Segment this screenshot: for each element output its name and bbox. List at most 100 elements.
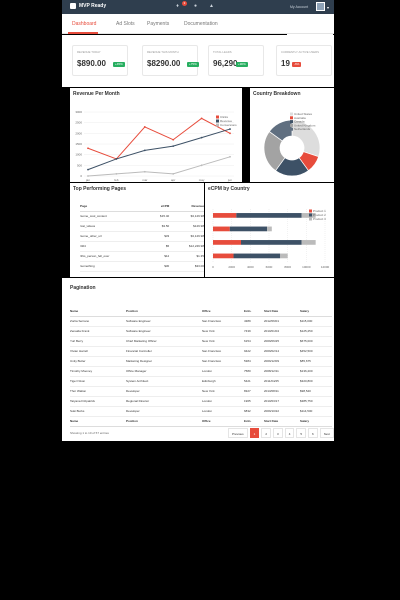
table-row[interactable]: Timothy Mooney Office Manager London 7580 20… (70, 366, 332, 377)
table-row[interactable]: /some_cool_content $15.40 $3,129.98 (80, 211, 204, 222)
table-cell: /404 (80, 241, 148, 252)
stat-value: 19 (281, 59, 290, 68)
revenue-chart-panel: Revenue Per Month 0 500 1000 1500 2000 2500 30… (70, 88, 242, 182)
stat-change-badge: +75% (187, 62, 199, 67)
table-cell: Thor Walton (70, 386, 126, 397)
column-header[interactable]: Start Date (264, 306, 300, 317)
table-row[interactable]: Tatyana Fitzpatrick Regional Director Lond… (70, 396, 332, 407)
table-cell: Developer (126, 406, 202, 417)
tab-documentation[interactable]: Documentation (184, 21, 218, 27)
table-row[interactable]: /cat_videos $3.50 $129.98 (80, 221, 204, 232)
table-cell: $1.35 (169, 251, 204, 262)
y-tick-label: 0 (80, 174, 82, 178)
table-cell: 2012/06/01 (264, 316, 300, 327)
table-row[interactable]: Zorita Serrano Software Engineer San Franc… (70, 316, 332, 327)
bar-segment (267, 226, 272, 232)
column-header[interactable]: Extn. (244, 306, 264, 317)
x-tick-label: jan (85, 178, 90, 182)
notification-badge: 3 (182, 1, 187, 6)
x-tick-label: 0 (212, 265, 214, 269)
table-cell: 5384 (244, 356, 264, 367)
table-cell: Suki Burks (70, 406, 126, 417)
tab-dashboard[interactable]: Dashboard (72, 21, 96, 27)
table-row[interactable]: Thor Walton Developer New York 8327 2013/08/… (70, 386, 332, 397)
table-cell: 2010/03/17 (264, 396, 300, 407)
x-tick-label: apr (171, 178, 175, 182)
legend-swatch (290, 127, 293, 131)
pager-page[interactable]: 4 (284, 428, 295, 438)
bar-segment (233, 253, 281, 259)
table-cell: Yuri Berry (70, 336, 126, 347)
table-cell: $129.98 (169, 221, 204, 232)
column-header[interactable]: Revenue (169, 201, 204, 212)
table-row[interactable]: /something $30 $33.00 (80, 261, 204, 272)
table-cell: /this_person_fell_over (80, 251, 148, 262)
data-point (200, 117, 203, 120)
top-pages-table: Page eCPM Revenue /some_cool_content $15.… (80, 201, 204, 272)
table-cell: $125,250 (300, 326, 332, 337)
table-header-row: Page eCPM Revenue (80, 201, 204, 212)
pager-previous[interactable]: Previous (228, 428, 248, 438)
tab-ad-slots[interactable]: Ad Slots (116, 21, 135, 27)
data-point (87, 147, 89, 150)
table-row[interactable]: Vivian Harrell Financial Controller San Fr… (70, 346, 332, 357)
avatar[interactable] (316, 2, 325, 11)
pager-page[interactable]: 5 (296, 428, 307, 438)
table-cell: $3,129.98 (169, 211, 204, 222)
table-cell: Marketing Designer (126, 356, 202, 367)
data-point (143, 149, 146, 152)
table-cell: $385,750 (300, 396, 332, 407)
table-cell: $452,500 (300, 346, 332, 357)
legend-swatch (216, 123, 219, 127)
table-cell: 8327 (244, 386, 264, 397)
pager-page[interactable]: 2 (261, 428, 272, 438)
stat-card: TOTAL LEADS 96,290 +90% (208, 45, 264, 76)
column-header[interactable]: Office (202, 306, 244, 317)
table-cell: Chief Marketing Officer (126, 336, 202, 347)
table-row[interactable]: Suki Burks Developer London 6832 2009/10/22 $… (70, 406, 332, 417)
pager-next[interactable]: Next (319, 428, 334, 438)
chevron-down-icon[interactable]: ▾ (327, 5, 329, 10)
table-row[interactable]: /404 $5 $12,249.98 (80, 241, 204, 252)
column-header: Extn. (244, 416, 264, 427)
tab-payments[interactable]: Payments (147, 21, 169, 27)
table-row[interactable]: /some_other_url $33 $3,129.98 (80, 231, 204, 242)
table-cell: London (202, 406, 244, 417)
brand-logo-icon (70, 3, 76, 9)
table-cell: Unity Butler (70, 356, 126, 367)
table-row[interactable]: Yuri Berry Chief Marketing Officer New Yor… (70, 336, 332, 347)
my-account-link[interactable]: My Account (290, 5, 308, 9)
table-cell: Timothy Mooney (70, 366, 126, 377)
column-header[interactable]: Position (126, 306, 202, 317)
column-header[interactable]: Page (80, 201, 148, 212)
table-cell: Software Engineer (126, 326, 202, 337)
table-row[interactable]: /this_person_fell_over $12 $1.35 (80, 251, 204, 262)
data-point (229, 155, 231, 158)
table-cell: 6154 (244, 336, 264, 347)
legend-label: Netherlands (294, 127, 311, 131)
column-header[interactable]: Name (70, 306, 126, 317)
user-icon[interactable]: ● (192, 4, 199, 9)
table-cell: London (202, 366, 244, 377)
data-point (229, 132, 231, 135)
x-tick-label: jun (227, 178, 232, 182)
table-cell: Software Engineer (126, 316, 202, 327)
table-header-row: Name Position Office Extn. Start Date Sa… (70, 306, 332, 317)
bar-segment (213, 213, 237, 218)
column-header[interactable]: eCPM (147, 201, 170, 212)
table-cell: $12 (147, 251, 170, 262)
data-point (172, 138, 175, 141)
brand[interactable]: MVP Ready (70, 3, 106, 9)
table-row[interactable]: Tiger Nixon System Architect Edinburgh 5421… (70, 376, 332, 387)
stats-icon[interactable]: ▲ (208, 4, 215, 9)
active-tab-indicator (68, 32, 98, 34)
bell-icon[interactable]: ♦ (174, 4, 181, 9)
pager-page[interactable]: 3 (273, 428, 283, 438)
column-header: Salary (300, 416, 332, 427)
pager-page[interactable]: 6 (308, 428, 318, 438)
column-header[interactable]: Salary (300, 306, 332, 317)
table-row[interactable]: Zenaida Frank Software Engineer New York 74… (70, 326, 332, 337)
pager-page[interactable]: 1 (249, 428, 260, 438)
table-cell: $85,675 (300, 356, 332, 367)
table-row[interactable]: Unity Butler Marketing Designer San Franci… (70, 356, 332, 367)
